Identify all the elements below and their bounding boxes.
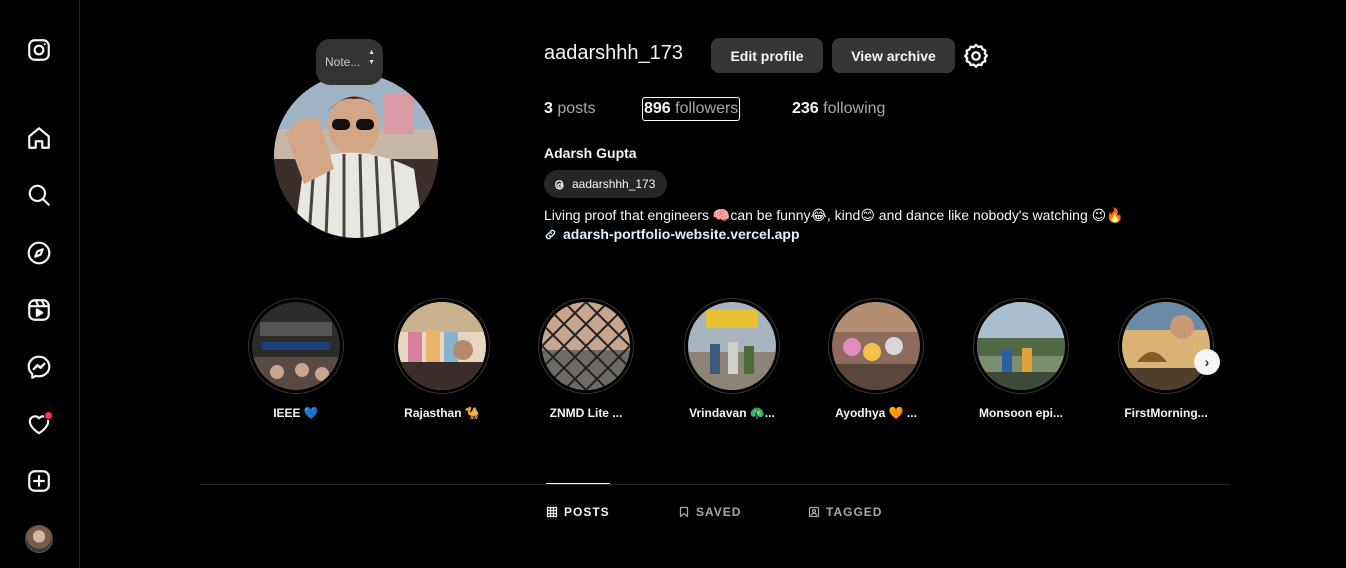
messenger-icon[interactable] <box>24 352 54 382</box>
posts-stat: 3 posts <box>544 100 596 118</box>
tab-saved[interactable]: SAVED <box>678 505 741 519</box>
avatar <box>25 525 53 553</box>
bookmark-icon <box>679 506 689 518</box>
tagged-user-icon <box>808 506 820 518</box>
highlight-label: Vrindavan 🦚... <box>689 406 775 420</box>
highlights-next-chevron-icon[interactable]: › <box>1194 349 1220 375</box>
edit-profile-button[interactable]: Edit profile <box>711 38 823 73</box>
highlight-vrindavan[interactable]: Vrindavan 🦚... <box>682 298 782 420</box>
notification-dot <box>44 411 53 420</box>
note-arrows-icon: ▲ ▼ <box>368 49 375 66</box>
tab-tagged[interactable]: TAGGED <box>808 505 882 519</box>
posts-label: posts <box>557 100 596 117</box>
threads-badge[interactable]: aadarshhh_173 <box>544 170 667 198</box>
highlight-label: IEEE 💙 <box>273 406 319 420</box>
highlight-cover <box>973 298 1069 394</box>
search-icon[interactable] <box>24 180 54 210</box>
full-name: Adarsh Gupta <box>544 145 637 161</box>
heart-icon[interactable] <box>24 409 54 439</box>
followers-link[interactable]: 896 followers <box>642 97 741 121</box>
website-link[interactable]: adarsh-portfolio-website.vercel.app <box>544 226 800 242</box>
tab-posts[interactable]: POSTS <box>546 505 610 519</box>
note-bubble[interactable]: Note... ▲ ▼ <box>316 39 383 85</box>
highlight-label: FirstMorning... <box>1124 406 1208 420</box>
highlight-label: Ayodhya 🧡 ... <box>835 406 917 420</box>
following-count: 236 <box>792 100 819 117</box>
followers-count: 896 <box>644 100 671 117</box>
sidebar <box>0 0 80 568</box>
highlight-cover <box>828 298 924 394</box>
highlight-ieee[interactable]: IEEE 💙 <box>246 298 346 420</box>
profile-main: Note... ▲ ▼ aadarshhh_173 Edit profile Vi… <box>80 0 1346 568</box>
link-icon <box>545 229 556 239</box>
tab-label: SAVED <box>696 505 742 519</box>
followers-label: followers <box>675 100 739 117</box>
highlight-cover <box>248 298 344 394</box>
highlight-rajasthan[interactable]: Rajasthan 🐪 <box>392 298 492 420</box>
highlight-cover <box>394 298 490 394</box>
username: aadarshhh_173 <box>544 42 684 64</box>
home-icon[interactable] <box>24 123 54 153</box>
tab-label: POSTS <box>564 505 610 519</box>
reels-icon[interactable] <box>24 295 54 325</box>
settings-gear-icon[interactable] <box>962 42 990 70</box>
highlight-ayodhya[interactable]: Ayodhya 🧡 ... <box>826 298 926 420</box>
tabs-divider <box>200 484 1230 485</box>
highlight-znmd[interactable]: ZNMD Lite ... <box>536 298 636 420</box>
tab-label: TAGGED <box>826 505 883 519</box>
grid-icon <box>546 506 558 518</box>
highlight-cover <box>684 298 780 394</box>
highlight-label: Monsoon epi... <box>979 406 1063 420</box>
active-tab-indicator <box>546 483 610 484</box>
following-label: following <box>823 100 886 117</box>
explore-icon[interactable] <box>24 238 54 268</box>
highlight-monsoon[interactable]: Monsoon epi... <box>971 298 1071 420</box>
threads-handle: aadarshhh_173 <box>572 177 656 191</box>
following-link[interactable]: 236 following <box>792 100 885 118</box>
bio-text: Living proof that engineers 🧠can be funn… <box>544 207 1124 223</box>
threads-icon <box>555 179 564 190</box>
posts-count: 3 <box>544 100 553 117</box>
highlight-cover <box>1118 298 1214 394</box>
view-archive-button[interactable]: View archive <box>832 38 955 73</box>
profile-picture[interactable] <box>274 74 438 238</box>
website-url: adarsh-portfolio-website.vercel.app <box>563 226 800 242</box>
create-icon[interactable] <box>24 466 54 496</box>
note-text: Note... <box>325 55 361 69</box>
profile-avatar[interactable] <box>24 524 54 554</box>
highlight-label: Rajasthan 🐪 <box>404 406 480 420</box>
instagram-logo-icon[interactable] <box>24 35 54 65</box>
highlight-cover <box>538 298 634 394</box>
highlight-label: ZNMD Lite ... <box>549 406 623 420</box>
